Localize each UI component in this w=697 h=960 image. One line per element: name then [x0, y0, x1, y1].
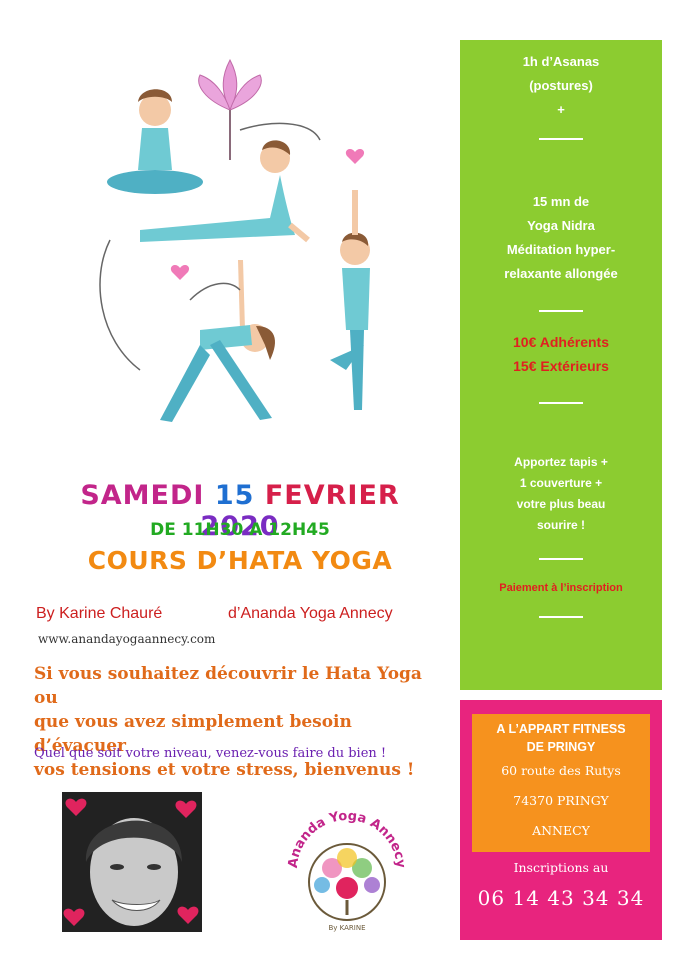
- level-note: Quel que soit votre niveau, venez-vous f…: [34, 746, 387, 761]
- phone-number[interactable]: 06 14 43 34 34: [460, 886, 662, 910]
- tree-of-life-icon: [314, 848, 380, 915]
- separator: [539, 616, 583, 618]
- nidra-line: 15 mn de: [532, 194, 590, 209]
- venue-address: 60 route des Rutys 74370 PRINGY ANNECY: [472, 756, 650, 846]
- bring-line: votre plus beau: [516, 497, 606, 511]
- payment-note: Paiement à l’inscription: [499, 582, 623, 594]
- flow-arrow: [99, 239, 141, 371]
- instructor-name: By Karine Chauré: [36, 605, 163, 622]
- venue-box: A L’APPART FITNESS DE PRINGY 60 route de…: [472, 714, 650, 852]
- venue-name: A L’APPART FITNESS DE PRINGY: [472, 714, 650, 756]
- venue-name-line: DE PRINGY: [526, 740, 596, 754]
- flow-arrow: [239, 122, 321, 141]
- bring-line: 1 couverture +: [519, 476, 603, 490]
- logo-subtext: By KARINE: [328, 924, 365, 932]
- website-link[interactable]: www.anandayogaannecy.com: [38, 632, 215, 646]
- date-month: FEVRIER: [264, 480, 400, 511]
- info-panel: 1h d’Asanas (postures) + 15 mn de Yoga N…: [460, 40, 662, 690]
- date-number: 15: [214, 480, 255, 511]
- ananda-yoga-logo: Ananda Yoga Annecy By KARINE: [286, 809, 408, 932]
- asanas-line: 1h d’Asanas: [522, 54, 600, 69]
- date-day: SAMEDI: [80, 480, 205, 511]
- organization-name: d’Ananda Yoga Annecy: [228, 605, 393, 622]
- address-line: ANNECY: [532, 823, 590, 838]
- heart-icon: [170, 265, 190, 280]
- event-time: DE 11H30 A 12H45: [150, 520, 330, 540]
- nidra-line: Méditation hyper-: [506, 242, 616, 257]
- price-exterieurs: 15€ Extérieurs: [513, 358, 609, 374]
- seated-pose-figure: [107, 89, 203, 194]
- tree-pose-figure: [330, 190, 370, 410]
- inscriptions-label: Inscriptions au: [513, 860, 609, 875]
- bring-line: Apportez tapis +: [514, 455, 608, 469]
- lotus-flower-icon: [198, 58, 262, 160]
- venue-panel: A L’APPART FITNESS DE PRINGY 60 route de…: [460, 700, 662, 940]
- flow-arrow: [189, 282, 241, 301]
- bring-line: sourire !: [536, 518, 585, 532]
- description: Si vous souhaitez découvrir le Hata Yoga…: [34, 662, 434, 782]
- course-title: COURS D’HATA YOGA: [87, 546, 393, 575]
- address-line: 60 route des Rutys: [501, 763, 621, 778]
- address-line: 74370 PRINGY: [513, 793, 609, 808]
- venue-name-line: A L’APPART FITNESS: [496, 722, 626, 736]
- asanas-line: (postures): [529, 78, 593, 93]
- description-line: Si vous souhaitez découvrir le Hata Yoga…: [34, 664, 422, 708]
- asanas-line: +: [557, 102, 565, 117]
- nidra-line: relaxante allongée: [504, 266, 618, 281]
- instructor-photo: [62, 792, 202, 932]
- price-adherents: 10€ Adhérents: [513, 334, 609, 350]
- nidra-line: Yoga Nidra: [527, 218, 595, 233]
- heart-icon: [345, 149, 365, 164]
- description-line: vos tensions et votre stress, bienvenus …: [34, 760, 415, 780]
- yoga-poses-illustration: [99, 58, 370, 422]
